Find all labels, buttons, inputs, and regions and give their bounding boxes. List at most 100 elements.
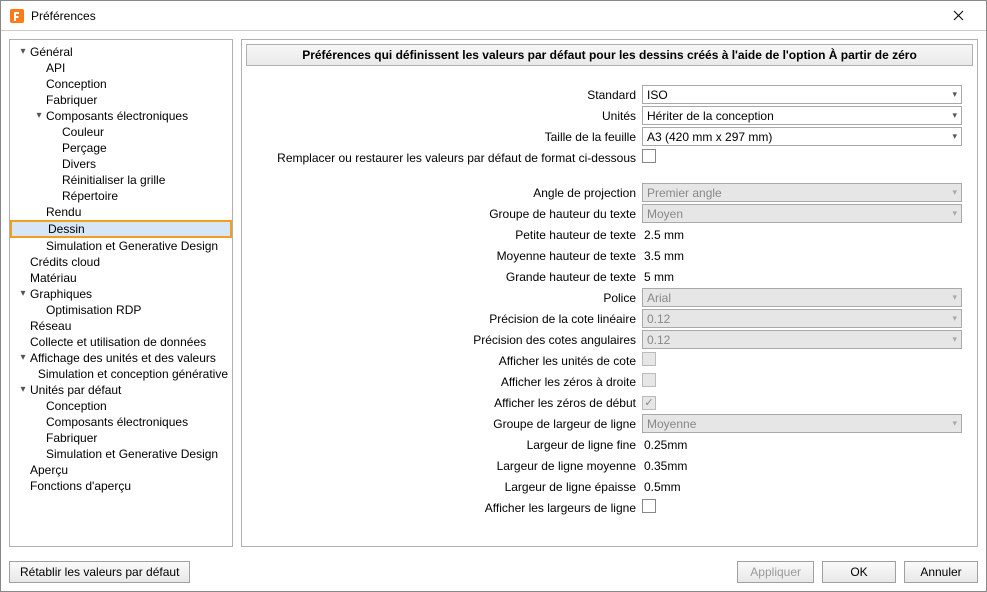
field-label: Groupe de hauteur du texte (252, 207, 642, 221)
tree-item[interactable]: ▸Matériau (10, 270, 232, 286)
form-row: PoliceArial▾ (252, 287, 967, 308)
form-row: Grande hauteur de texte5 mm (252, 266, 967, 287)
expander-icon[interactable]: ▾ (16, 286, 30, 302)
field-label: Standard (252, 88, 642, 102)
static-value: 0.35mm (642, 459, 687, 473)
select-input[interactable]: ISO▾ (642, 85, 962, 104)
tree-item[interactable]: ▸Fabriquer (10, 92, 232, 108)
field-label: Taille de la feuille (252, 130, 642, 144)
select-value: Hériter de la conception (647, 109, 774, 123)
chevron-down-icon: ▾ (952, 418, 957, 429)
apply-button[interactable]: Appliquer (737, 561, 814, 583)
tree-item-label: Crédits cloud (30, 254, 100, 270)
field-label: Afficher les zéros à droite (252, 375, 642, 389)
checkbox-input[interactable] (642, 499, 656, 513)
window-title: Préférences (31, 9, 938, 23)
form-row: Largeur de ligne fine0.25mm (252, 434, 967, 455)
tree-item[interactable]: ▾Affichage des unités et des valeurs (10, 350, 232, 366)
select-input[interactable]: A3 (420 mm x 297 mm)▾ (642, 127, 962, 146)
tree-item-label: Unités par défaut (30, 382, 121, 398)
tree-item[interactable]: ▾Général (10, 44, 232, 60)
tree-item[interactable]: ▸Perçage (10, 140, 232, 156)
tree-item[interactable]: ▸Conception (10, 76, 232, 92)
tree-item-label: Fabriquer (46, 92, 97, 108)
tree-item-label: Dessin (48, 222, 85, 236)
tree-item-label: Général (30, 44, 73, 60)
chevron-down-icon: ▾ (952, 208, 957, 219)
expander-icon[interactable]: ▾ (16, 382, 30, 398)
chevron-down-icon: ▾ (952, 131, 957, 142)
restore-defaults-button[interactable]: Rétablir les valeurs par défaut (9, 561, 190, 583)
form-row: Précision de la cote linéaire0.12▾ (252, 308, 967, 329)
tree-item-label: Conception (46, 76, 107, 92)
field-label: Afficher les unités de cote (252, 354, 642, 368)
static-value: 3.5 mm (642, 249, 684, 263)
category-tree[interactable]: ▾Général▸API▸Conception▸Fabriquer▾Compos… (9, 39, 233, 547)
form-row: Précision des cotes angulaires0.12▾ (252, 329, 967, 350)
select-input: 0.12▾ (642, 309, 962, 328)
expander-icon[interactable]: ▾ (16, 350, 30, 366)
field-label: Largeur de ligne moyenne (252, 459, 642, 473)
field-label: Afficher les largeurs de ligne (252, 501, 642, 515)
checkbox-input[interactable] (642, 149, 656, 163)
field-label: Police (252, 291, 642, 305)
tree-item[interactable]: ▸Divers (10, 156, 232, 172)
select-input: Moyen▾ (642, 204, 962, 223)
tree-item-label: Composants électroniques (46, 414, 188, 430)
select-input[interactable]: Hériter de la conception▾ (642, 106, 962, 125)
preferences-window: Préférences ▾Général▸API▸Conception▸Fabr… (0, 0, 987, 592)
tree-item[interactable]: ▸Crédits cloud (10, 254, 232, 270)
select-value: 0.12 (647, 312, 670, 326)
checkbox-input (642, 373, 656, 387)
form-row: Groupe de largeur de ligneMoyenne▾ (252, 413, 967, 434)
expander-icon[interactable]: ▾ (32, 108, 46, 124)
form-row: Petite hauteur de texte2.5 mm (252, 224, 967, 245)
close-button[interactable] (938, 2, 978, 30)
tree-item[interactable]: ▸Conception (10, 398, 232, 414)
field-label: Largeur de ligne épaisse (252, 480, 642, 494)
tree-item[interactable]: ▸Dessin (10, 220, 232, 238)
cancel-button[interactable]: Annuler (904, 561, 978, 583)
select-input: Premier angle▾ (642, 183, 962, 202)
tree-item[interactable]: ▸Simulation et conception générative (10, 366, 232, 382)
checkbox-input (642, 352, 656, 366)
tree-item[interactable]: ▸Simulation et Generative Design (10, 238, 232, 254)
tree-item-label: Simulation et conception générative (38, 366, 228, 382)
tree-item[interactable]: ▸Rendu (10, 204, 232, 220)
tree-item[interactable]: ▸Fabriquer (10, 430, 232, 446)
form-row: Largeur de ligne épaisse0.5mm (252, 476, 967, 497)
tree-item[interactable]: ▾Graphiques (10, 286, 232, 302)
tree-item[interactable]: ▾Unités par défaut (10, 382, 232, 398)
field-label: Précision des cotes angulaires (252, 333, 642, 347)
tree-item[interactable]: ▸API (10, 60, 232, 76)
tree-item[interactable]: ▾Composants électroniques (10, 108, 232, 124)
tree-item[interactable]: ▸Réseau (10, 318, 232, 334)
tree-item[interactable]: ▸Réinitialiser la grille (10, 172, 232, 188)
tree-item[interactable]: ▸Collecte et utilisation de données (10, 334, 232, 350)
tree-item-label: Répertoire (62, 188, 118, 204)
tree-item[interactable]: ▸Aperçu (10, 462, 232, 478)
tree-item[interactable]: ▸Composants électroniques (10, 414, 232, 430)
form-row: Remplacer ou restaurer les valeurs par d… (252, 147, 967, 168)
tree-item-label: Conception (46, 398, 107, 414)
tree-item-label: Graphiques (30, 286, 92, 302)
tree-item-label: Divers (62, 156, 96, 172)
check-icon: ✓ (644, 398, 653, 409)
static-value: 0.5mm (642, 480, 681, 494)
tree-item[interactable]: ▸Optimisation RDP (10, 302, 232, 318)
select-input: Moyenne▾ (642, 414, 962, 433)
tree-item-label: Réinitialiser la grille (62, 172, 165, 188)
form-row: Afficher les largeurs de ligne (252, 497, 967, 518)
tree-item-label: Perçage (62, 140, 107, 156)
close-icon (953, 10, 964, 21)
static-value: 5 mm (642, 270, 674, 284)
tree-item[interactable]: ▸Simulation et Generative Design (10, 446, 232, 462)
form-row: Groupe de hauteur du texteMoyen▾ (252, 203, 967, 224)
tree-item-label: API (46, 60, 65, 76)
expander-icon[interactable]: ▾ (16, 44, 30, 60)
tree-item[interactable]: ▸Fonctions d'aperçu (10, 478, 232, 494)
tree-item[interactable]: ▸Répertoire (10, 188, 232, 204)
tree-item[interactable]: ▸Couleur (10, 124, 232, 140)
ok-button[interactable]: OK (822, 561, 896, 583)
chevron-down-icon: ▾ (952, 89, 957, 100)
